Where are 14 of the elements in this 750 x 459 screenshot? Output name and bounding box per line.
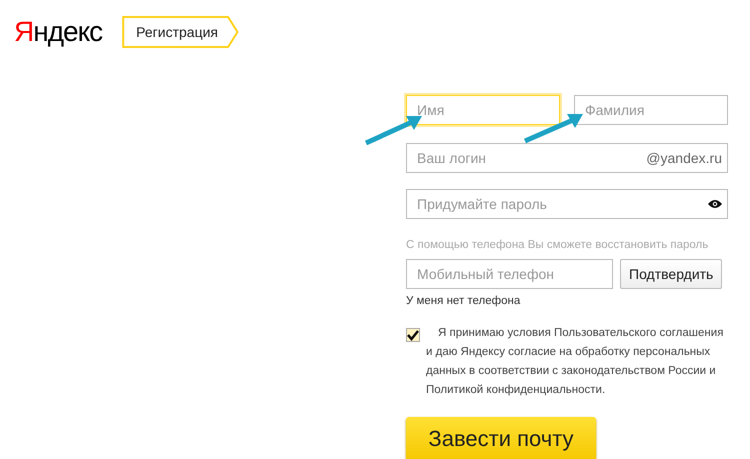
- confirm-button[interactable]: Подтвердить: [620, 259, 722, 289]
- eye-icon[interactable]: [708, 199, 722, 209]
- phone-hint: С помощью телефона Вы сможете восстановить пароль: [406, 239, 710, 251]
- name-field[interactable]: Фамилия: [574, 95, 728, 125]
- name-field[interactable]: Имя: [406, 95, 560, 125]
- page-title-tag: Регистрация: [122, 16, 240, 48]
- password-field[interactable]: Придумайте пароль: [406, 189, 728, 219]
- no-phone-link[interactable]: У меня нет телефона: [406, 295, 728, 307]
- domain-suffix: @yandex.ru: [646, 150, 722, 166]
- submit-button[interactable]: Завести почту: [406, 417, 596, 459]
- agreement-text: Я принимаю условия Пользовательского соглашения и даю Яндексу согласие на обработку персональных данных в соответствии с законодательством России и Политикой конфиденциальности.: [426, 326, 724, 398]
- logo[interactable]: Яндекс: [14, 17, 102, 47]
- agreement-checkbox[interactable]: [406, 328, 420, 342]
- phone-field[interactable]: Мобильный телефон: [406, 259, 613, 289]
